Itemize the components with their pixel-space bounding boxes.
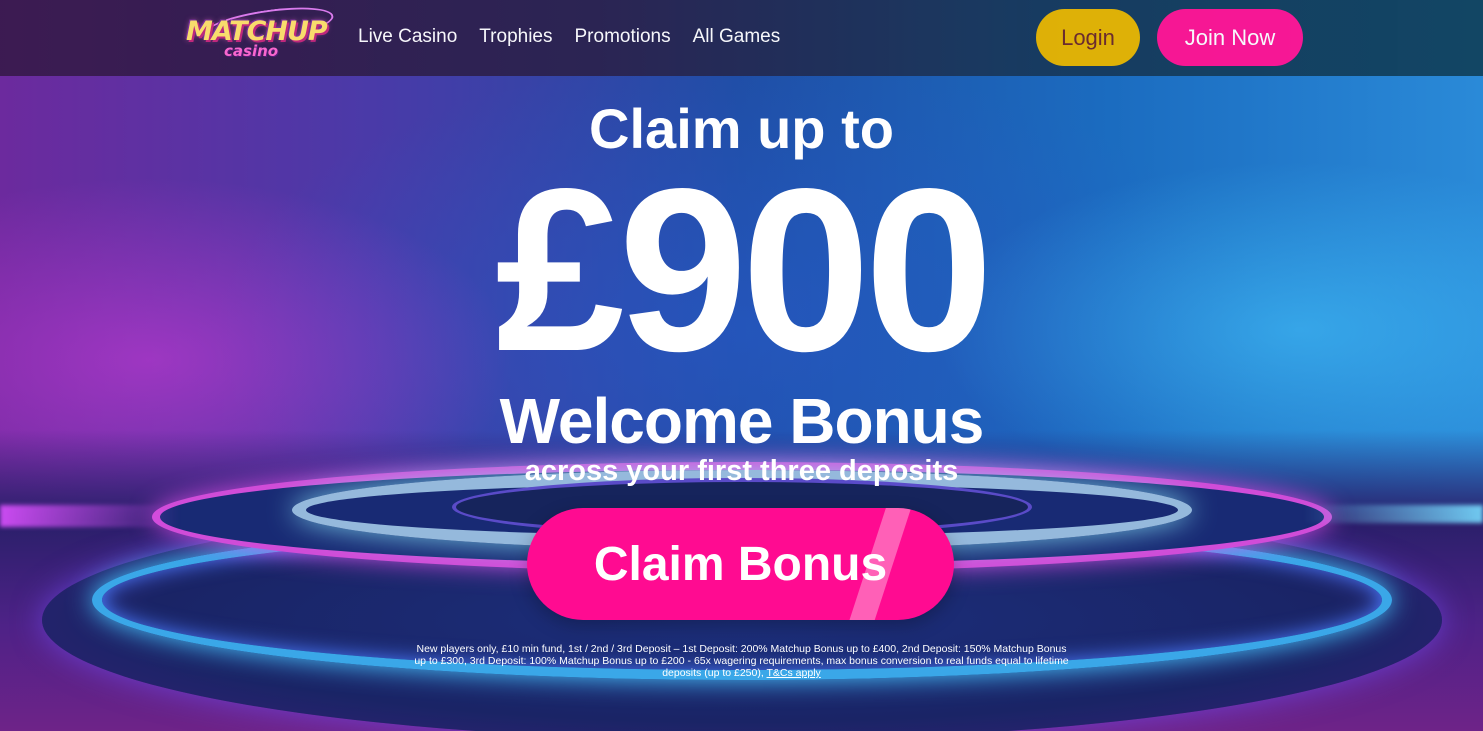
join-now-button[interactable]: Join Now — [1157, 9, 1303, 66]
logo-subtitle: casino — [224, 42, 279, 60]
matchup-casino-logo[interactable]: MATCHUP casino — [186, 1, 336, 66]
nav-item-all-games[interactable]: All Games — [693, 26, 781, 48]
nav-item-trophies[interactable]: Trophies — [479, 26, 552, 48]
claim-bonus-button[interactable]: Claim Bonus — [527, 508, 954, 620]
terms-text: New players only, £10 min fund, 1st / 2n… — [414, 643, 1069, 679]
login-button[interactable]: Login — [1036, 9, 1140, 66]
terms-disclaimer: New players only, £10 min fund, 1st / 2n… — [410, 643, 1073, 679]
stage-glow-left — [0, 505, 180, 527]
hero-bonus-amount: £900 — [495, 141, 993, 400]
nav-item-live-casino[interactable]: Live Casino — [358, 26, 457, 48]
stage-glow-right — [1303, 505, 1483, 523]
nav-item-promotions[interactable]: Promotions — [575, 26, 671, 48]
hero-subtitle: across your first three deposits — [524, 455, 959, 487]
hero-welcome-bonus: Welcome Bonus — [499, 385, 985, 457]
terms-link[interactable]: T&Cs apply — [767, 667, 821, 679]
claim-bonus-label: Claim Bonus — [593, 537, 888, 591]
top-navigation-bar: MATCHUP casino Live Casino Trophies Prom… — [0, 0, 1483, 76]
main-nav: Live Casino Trophies Promotions All Game… — [358, 26, 780, 48]
